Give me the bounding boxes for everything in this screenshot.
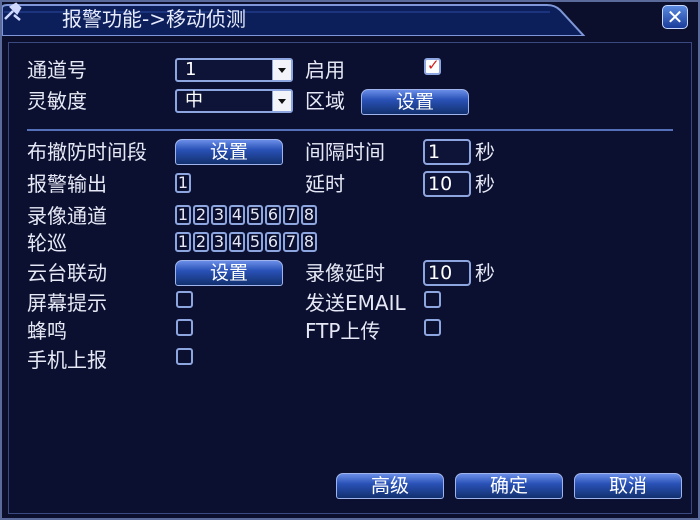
enable-label: 启用 — [305, 58, 345, 82]
schedule-label: 布撤防时间段 — [27, 140, 147, 164]
channel-value: 1 — [185, 59, 197, 80]
region-label: 区域 — [305, 89, 345, 113]
tour-label: 轮巡 — [27, 231, 67, 255]
interval-unit: 秒 — [475, 140, 495, 164]
channel-select[interactable]: 1 — [175, 58, 293, 82]
window-title: 报警功能->移动侦测 — [62, 7, 246, 31]
tour-channel-6[interactable]: 6 — [265, 232, 281, 252]
tour-channel-7[interactable]: 7 — [283, 232, 299, 252]
alarm-output-channel-1[interactable]: 1 — [175, 173, 191, 193]
record-channel-4[interactable]: 4 — [229, 205, 245, 225]
buzzer-label: 蜂鸣 — [27, 319, 67, 343]
cancel-button[interactable]: 取消 — [574, 473, 682, 499]
motion-detection-window: 报警功能->移动侦测 ✕ 通道号 1 启用 灵敏度 中 区域 设置 布撤防时间段… — [0, 0, 700, 520]
send-email-label: 发送EMAIL — [305, 291, 406, 315]
ptz-settings-button[interactable]: 设置 — [175, 260, 283, 286]
tour-channel-3[interactable]: 3 — [211, 232, 227, 252]
advanced-button[interactable]: 高级 — [336, 473, 444, 499]
tour-channel-8[interactable]: 8 — [301, 232, 317, 252]
schedule-settings-button[interactable]: 设置 — [175, 139, 283, 165]
record-delay-label: 录像延时 — [305, 261, 385, 285]
enable-checkbox[interactable] — [424, 56, 441, 75]
record-channel-list: 1 2 3 4 5 6 7 8 — [175, 205, 317, 225]
record-channel-5[interactable]: 5 — [247, 205, 263, 225]
record-channel-6[interactable]: 6 — [265, 205, 281, 225]
mobile-report-checkbox[interactable] — [176, 348, 193, 365]
tour-channel-2[interactable]: 2 — [193, 232, 209, 252]
record-delay-unit: 秒 — [475, 261, 495, 285]
delay-input[interactable]: 10 — [423, 171, 471, 197]
ftp-upload-label: FTP上传 — [305, 319, 381, 343]
ptz-label: 云台联动 — [27, 261, 107, 285]
record-channel-2[interactable]: 2 — [193, 205, 209, 225]
chevron-down-icon[interactable] — [272, 91, 291, 111]
mobile-report-label: 手机上报 — [27, 348, 107, 372]
sensitivity-value: 中 — [185, 90, 203, 111]
channel-label: 通道号 — [27, 58, 87, 82]
record-channel-3[interactable]: 3 — [211, 205, 227, 225]
record-channel-7[interactable]: 7 — [283, 205, 299, 225]
tour-channel-1[interactable]: 1 — [175, 232, 191, 252]
settings-panel: 通道号 1 启用 灵敏度 中 区域 设置 布撤防时间段 设置 间隔时间 1 秒 … — [8, 42, 692, 514]
delay-label: 延时 — [305, 172, 345, 196]
title-bar: 报警功能->移动侦测 ✕ — [2, 2, 698, 36]
buzzer-checkbox[interactable] — [176, 319, 193, 336]
tour-channel-list: 1 2 3 4 5 6 7 8 — [175, 232, 317, 252]
close-icon: ✕ — [666, 5, 684, 29]
ok-button[interactable]: 确定 — [455, 473, 563, 499]
delay-unit: 秒 — [475, 172, 495, 196]
divider — [27, 129, 673, 131]
send-email-checkbox[interactable] — [424, 291, 441, 308]
sensitivity-select[interactable]: 中 — [175, 89, 293, 113]
region-settings-button[interactable]: 设置 — [361, 89, 469, 115]
record-channel-label: 录像通道 — [27, 204, 107, 228]
interval-input[interactable]: 1 — [423, 139, 471, 165]
screen-tip-checkbox[interactable] — [176, 291, 193, 308]
close-button[interactable]: ✕ — [662, 5, 688, 29]
record-channel-8[interactable]: 8 — [301, 205, 317, 225]
alarm-output-label: 报警输出 — [27, 172, 107, 196]
screen-tip-label: 屏幕提示 — [27, 291, 107, 315]
ftp-upload-checkbox[interactable] — [424, 319, 441, 336]
record-delay-input[interactable]: 10 — [423, 260, 471, 286]
alarm-output-channels: 1 — [175, 173, 191, 193]
tour-channel-4[interactable]: 4 — [229, 232, 245, 252]
tour-channel-5[interactable]: 5 — [247, 232, 263, 252]
interval-label: 间隔时间 — [305, 140, 385, 164]
sensitivity-label: 灵敏度 — [27, 89, 87, 113]
chevron-down-icon[interactable] — [272, 60, 291, 80]
record-channel-1[interactable]: 1 — [175, 205, 191, 225]
wrench-icon — [4, 2, 22, 21]
